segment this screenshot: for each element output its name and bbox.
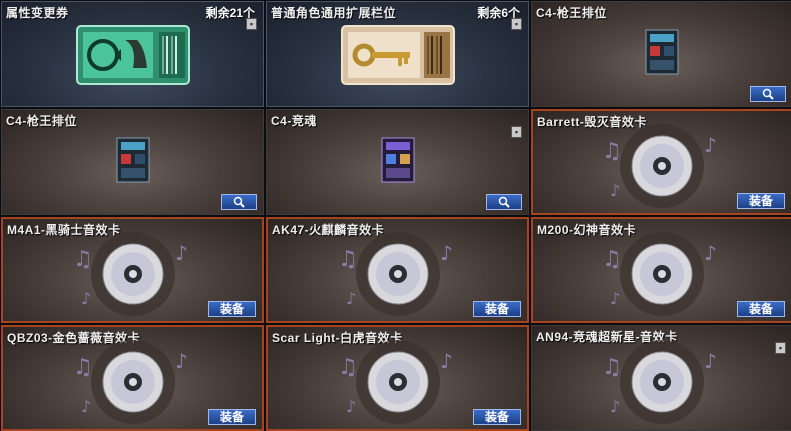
key-ticket-image: [340, 25, 455, 85]
svg-text:♫: ♫: [338, 355, 358, 380]
svg-text:♫: ♫: [602, 355, 622, 380]
svg-text:♪: ♪: [346, 397, 356, 416]
item-title: C4-竞魂: [271, 114, 317, 128]
item-card-sound-card[interactable]: QBZ03-金色蔷薇音效卡 ♫ ♪ ♪ 装备: [1, 325, 264, 431]
item-card-c4-ranked[interactable]: C4-枪王排位: [531, 1, 791, 107]
sound-disc-image: ♫ ♪ ♪: [338, 232, 453, 316]
svg-text:♪: ♪: [175, 241, 188, 265]
trash-icon[interactable]: ▪: [511, 126, 522, 138]
item-title: C4-枪王排位: [6, 114, 77, 128]
equip-button[interactable]: 装备: [737, 301, 785, 317]
svg-text:♫: ♫: [602, 247, 622, 272]
c4-device-image: [116, 137, 149, 183]
svg-text:♪: ♪: [175, 349, 188, 373]
svg-text:♪: ♪: [704, 133, 717, 157]
item-card-sound-card[interactable]: M4A1-黑骑士音效卡 ♫ ♪ ♪ 装备: [1, 217, 264, 323]
search-button[interactable]: [486, 194, 522, 210]
trash-icon[interactable]: ▪: [511, 18, 522, 30]
svg-text:♫: ♫: [73, 247, 93, 272]
search-icon: [762, 88, 774, 100]
equip-button[interactable]: 装备: [208, 301, 256, 317]
sound-disc-image: ♫ ♪ ♪: [338, 340, 453, 424]
svg-text:♫: ♫: [602, 139, 622, 164]
svg-text:♪: ♪: [440, 241, 453, 265]
item-card-sound-card[interactable]: AK47-火麒麟音效卡 ♫ ♪ ♪ 装备: [266, 217, 529, 323]
svg-text:♪: ♪: [346, 289, 356, 308]
svg-text:♪: ♪: [704, 349, 717, 373]
trash-icon[interactable]: ▪: [775, 342, 786, 354]
svg-text:♫: ♫: [338, 247, 358, 272]
search-icon: [233, 196, 245, 208]
sound-disc-image: ♫ ♪ ♪: [602, 340, 717, 424]
c4-device-image: [645, 29, 679, 75]
svg-text:♪: ♪: [440, 349, 453, 373]
sound-disc-image: ♫ ♪ ♪: [602, 232, 717, 316]
item-title: C4-枪王排位: [536, 6, 607, 20]
item-card-sound-card[interactable]: M200-幻神音效卡 ♫ ♪ ♪ 装备: [531, 217, 791, 323]
item-card-sound-card[interactable]: Barrett-毁灭音效卡 ♫ ♪ ♪ 装备: [531, 109, 791, 215]
svg-text:♪: ♪: [81, 289, 91, 308]
inventory-grid: 属性变更券 剩余21个 ▪ 普通角色通用扩展栏位 剩余6个 ▪ C4-枪王排位 …: [1, 1, 791, 431]
svg-text:♪: ♪: [610, 397, 620, 416]
equip-button[interactable]: 装备: [208, 409, 256, 425]
search-button[interactable]: [750, 86, 786, 102]
sound-disc-image: ♫ ♪ ♪: [73, 340, 188, 424]
item-card-c4-competitive[interactable]: C4-竞魂 ▪: [266, 109, 529, 215]
equip-button[interactable]: 装备: [473, 301, 521, 317]
green-ticket-image: [75, 25, 190, 85]
svg-text:♪: ♪: [704, 241, 717, 265]
svg-text:♫: ♫: [73, 355, 93, 380]
svg-text:♪: ♪: [81, 397, 91, 416]
item-card-sound-card[interactable]: AN94-竞魂超新星-音效卡 ▪ ♫ ♪ ♪: [531, 325, 791, 431]
search-button[interactable]: [221, 194, 257, 210]
item-card-c4-ranked[interactable]: C4-枪王排位: [1, 109, 264, 215]
sound-disc-image: ♫ ♪ ♪: [73, 232, 188, 316]
item-title: 普通角色通用扩展栏位: [271, 6, 397, 20]
item-card-attribute-ticket[interactable]: 属性变更券 剩余21个 ▪: [1, 1, 264, 107]
search-icon: [498, 196, 510, 208]
sound-disc-image: ♫ ♪ ♪: [602, 124, 717, 208]
c4-device-purple-image: [381, 137, 414, 183]
svg-text:♪: ♪: [610, 181, 620, 200]
item-card-extension-slot[interactable]: 普通角色通用扩展栏位 剩余6个 ▪: [266, 1, 529, 107]
equip-button[interactable]: 装备: [473, 409, 521, 425]
equip-button[interactable]: 装备: [737, 193, 785, 209]
item-card-sound-card[interactable]: Scar Light-白虎音效卡 ♫ ♪ ♪ 装备: [266, 325, 529, 431]
trash-icon[interactable]: ▪: [246, 18, 257, 30]
svg-text:♪: ♪: [610, 289, 620, 308]
item-title: 属性变更券: [6, 6, 69, 20]
